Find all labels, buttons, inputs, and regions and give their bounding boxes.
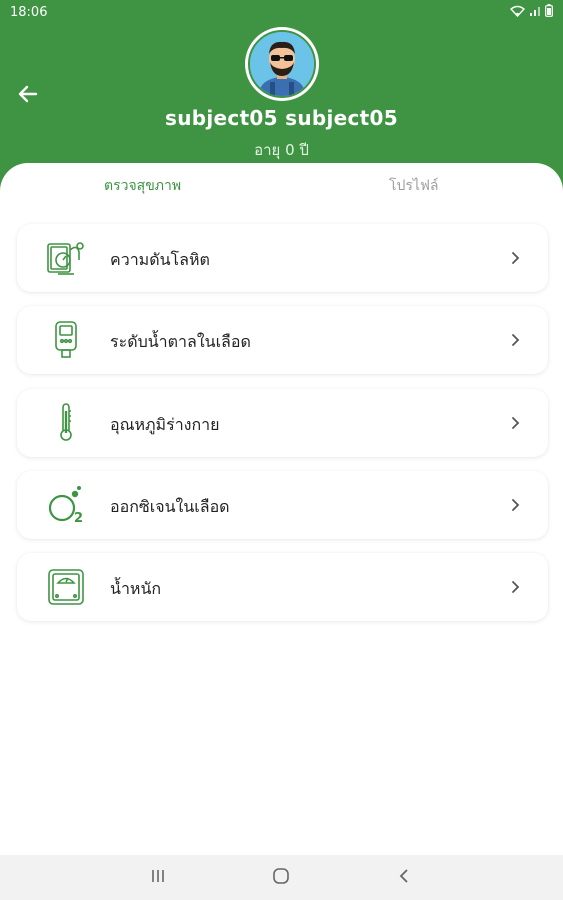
user-age: อายุ 0 ปี [254, 141, 309, 159]
nav-back-button[interactable] [397, 867, 411, 889]
status-bar: 18:06 [0, 0, 563, 26]
menu-item-blood-pressure[interactable]: ความดันโลหิต [17, 224, 548, 292]
chevron-right-icon [512, 581, 520, 593]
menu-item-body-temperature[interactable]: อุณหภูมิร่างกาย [17, 389, 548, 457]
menu-item-label: อุณหภูมิร่างกาย [110, 415, 220, 434]
menu-item-label: น้ำหนัก [110, 579, 162, 598]
thermometer-icon [45, 403, 87, 443]
back-button[interactable] [14, 80, 42, 108]
chevron-right-icon [512, 252, 520, 264]
chevron-right-icon [512, 334, 520, 346]
status-icons [510, 4, 553, 17]
tab-bar: ตรวจสุขภาพ โปรไฟล์ [0, 163, 563, 209]
weight-scale-icon [45, 567, 87, 607]
status-time: 18:06 [10, 5, 48, 20]
tab-profile[interactable]: โปรไฟล์ [389, 175, 438, 197]
menu-item-blood-glucose[interactable]: ระดับน้ำตาลในเลือด [17, 306, 548, 374]
signal-icon [530, 6, 540, 16]
svg-text:2: 2 [74, 511, 83, 525]
user-name: subject05 subject05 [165, 106, 398, 130]
glucose-meter-icon [45, 320, 87, 360]
menu-item-label: ความดันโลหิต [110, 250, 210, 269]
menu-item-label: ระดับน้ำตาลในเลือด [110, 332, 251, 351]
oxygen-icon: 2 [45, 485, 87, 525]
chevron-right-icon [512, 499, 520, 511]
wifi-icon [510, 5, 525, 17]
system-nav-bar [0, 855, 563, 900]
avatar[interactable] [245, 27, 319, 101]
menu-item-label: ออกซิเจนในเลือด [110, 497, 230, 516]
avatar-image [248, 30, 316, 98]
chevron-right-icon [512, 417, 520, 429]
tab-health-check[interactable]: ตรวจสุขภาพ [104, 175, 181, 197]
home-button[interactable] [272, 867, 290, 889]
blood-pressure-icon [45, 238, 87, 278]
recent-apps-icon [152, 870, 164, 882]
home-icon [273, 868, 289, 884]
battery-icon [545, 4, 553, 17]
recent-apps-button[interactable] [150, 867, 166, 889]
menu-item-weight[interactable]: น้ำหนัก [17, 553, 548, 621]
arrow-left-icon [18, 85, 38, 103]
nav-back-icon [399, 869, 408, 883]
menu-item-blood-oxygen[interactable]: 2 ออกซิเจนในเลือด [17, 471, 548, 539]
